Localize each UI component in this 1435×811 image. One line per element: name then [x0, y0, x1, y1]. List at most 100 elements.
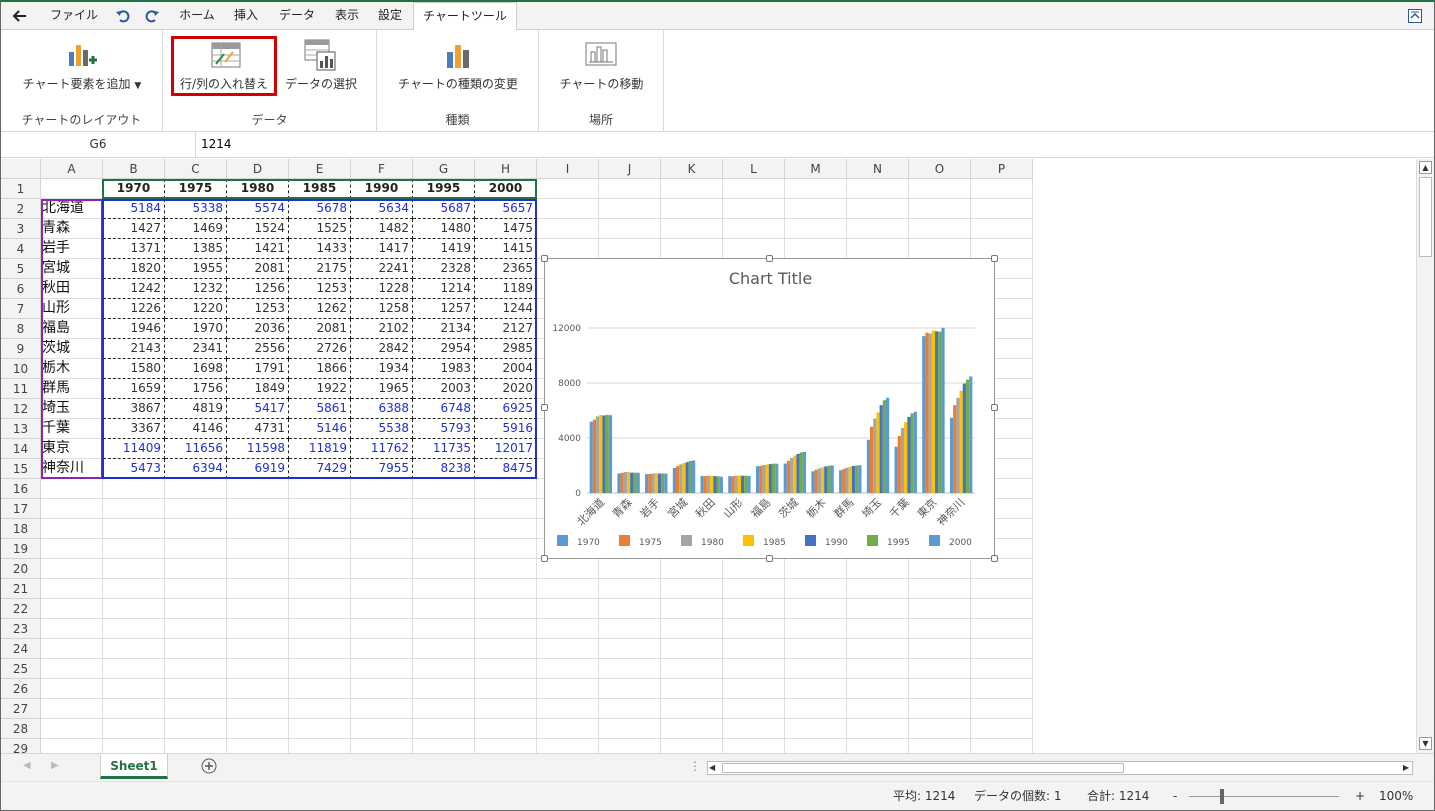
cell[interactable]	[909, 579, 971, 599]
cell[interactable]	[599, 219, 661, 239]
cell[interactable]	[847, 179, 909, 199]
cell[interactable]	[413, 659, 475, 679]
cell[interactable]	[847, 599, 909, 619]
cell[interactable]	[413, 679, 475, 699]
cell[interactable]: 5687	[413, 199, 475, 219]
cell[interactable]	[785, 239, 847, 259]
cell[interactable]	[289, 539, 351, 559]
cell[interactable]	[351, 519, 413, 539]
cell[interactable]: 1970	[165, 319, 227, 339]
cell[interactable]	[661, 559, 723, 579]
cell[interactable]	[909, 659, 971, 679]
cell[interactable]	[165, 499, 227, 519]
cell[interactable]	[537, 739, 599, 753]
cell[interactable]	[103, 739, 165, 753]
cell[interactable]	[847, 699, 909, 719]
cell[interactable]: 2175	[289, 259, 351, 279]
cell[interactable]: 1934	[351, 359, 413, 379]
cell[interactable]: 1189	[475, 279, 537, 299]
cell[interactable]: 1524	[227, 219, 289, 239]
cell[interactable]: 2985	[475, 339, 537, 359]
cell[interactable]	[289, 559, 351, 579]
cell[interactable]: 1232	[165, 279, 227, 299]
column-header[interactable]: K	[661, 159, 723, 179]
cell[interactable]	[909, 179, 971, 199]
cell[interactable]	[599, 179, 661, 199]
column-header[interactable]: N	[847, 159, 909, 179]
cell[interactable]	[661, 619, 723, 639]
cell[interactable]	[661, 579, 723, 599]
cell[interactable]	[227, 579, 289, 599]
resize-handle[interactable]	[991, 404, 998, 411]
cell[interactable]	[103, 479, 165, 499]
cell[interactable]: 1975	[165, 179, 227, 199]
cell[interactable]: 11598	[227, 439, 289, 459]
back-arrow-icon[interactable]	[9, 2, 31, 30]
cell[interactable]: 11656	[165, 439, 227, 459]
cell[interactable]: 1220	[165, 299, 227, 319]
cell[interactable]	[475, 559, 537, 579]
column-header[interactable]: E	[289, 159, 351, 179]
cell[interactable]	[475, 719, 537, 739]
prev-sheet-icon[interactable]: ◀	[23, 760, 31, 771]
cell[interactable]	[785, 199, 847, 219]
cell[interactable]: 1525	[289, 219, 351, 239]
cell[interactable]	[165, 679, 227, 699]
cell[interactable]: 1258	[351, 299, 413, 319]
cell[interactable]	[785, 179, 847, 199]
undo-icon[interactable]	[113, 2, 133, 30]
cell[interactable]	[971, 179, 1033, 199]
cell[interactable]: 2954	[413, 339, 475, 359]
cell[interactable]	[227, 619, 289, 639]
cell[interactable]	[723, 719, 785, 739]
row-header[interactable]: 12	[1, 399, 41, 419]
cell[interactable]: 1922	[289, 379, 351, 399]
scroll-thumb[interactable]	[1419, 177, 1432, 257]
row-header[interactable]: 22	[1, 599, 41, 619]
cell[interactable]: 1995	[413, 179, 475, 199]
cell[interactable]: 1659	[103, 379, 165, 399]
cell[interactable]	[475, 659, 537, 679]
cell[interactable]: 茨城	[41, 339, 103, 359]
cell[interactable]: 2000	[475, 179, 537, 199]
row-header[interactable]: 1	[1, 179, 41, 199]
column-header[interactable]: P	[971, 159, 1033, 179]
cell[interactable]: 2328	[413, 259, 475, 279]
cell[interactable]	[413, 539, 475, 559]
cell[interactable]	[475, 639, 537, 659]
cell[interactable]	[537, 639, 599, 659]
cell[interactable]	[537, 199, 599, 219]
cell[interactable]	[599, 679, 661, 699]
cell[interactable]	[909, 739, 971, 753]
row-header[interactable]: 6	[1, 279, 41, 299]
cell[interactable]	[723, 659, 785, 679]
cell[interactable]	[661, 699, 723, 719]
cell[interactable]	[41, 639, 103, 659]
cell[interactable]	[289, 659, 351, 679]
cell[interactable]: 2003	[413, 379, 475, 399]
cell[interactable]	[351, 639, 413, 659]
cell[interactable]	[723, 559, 785, 579]
cell[interactable]	[847, 559, 909, 579]
row-header[interactable]: 21	[1, 579, 41, 599]
cell[interactable]	[537, 219, 599, 239]
cell[interactable]	[227, 699, 289, 719]
cell[interactable]	[289, 599, 351, 619]
row-header[interactable]: 3	[1, 219, 41, 239]
cell[interactable]	[103, 499, 165, 519]
change-chart-type-button[interactable]: チャートの種類の変更	[377, 75, 539, 92]
cell[interactable]: 1415	[475, 239, 537, 259]
cell[interactable]	[909, 699, 971, 719]
cell[interactable]	[351, 699, 413, 719]
cell[interactable]	[475, 679, 537, 699]
cell[interactable]: 1475	[475, 219, 537, 239]
cell[interactable]	[785, 579, 847, 599]
cell[interactable]	[227, 599, 289, 619]
cell[interactable]: 1433	[289, 239, 351, 259]
cell[interactable]	[723, 739, 785, 753]
scroll-up-icon[interactable]: ▲	[1419, 161, 1432, 174]
cell[interactable]: 5657	[475, 199, 537, 219]
cell[interactable]	[475, 739, 537, 753]
add-chart-element-button[interactable]: チャート要素を追加 ▼	[15, 75, 149, 92]
cell[interactable]	[413, 479, 475, 499]
